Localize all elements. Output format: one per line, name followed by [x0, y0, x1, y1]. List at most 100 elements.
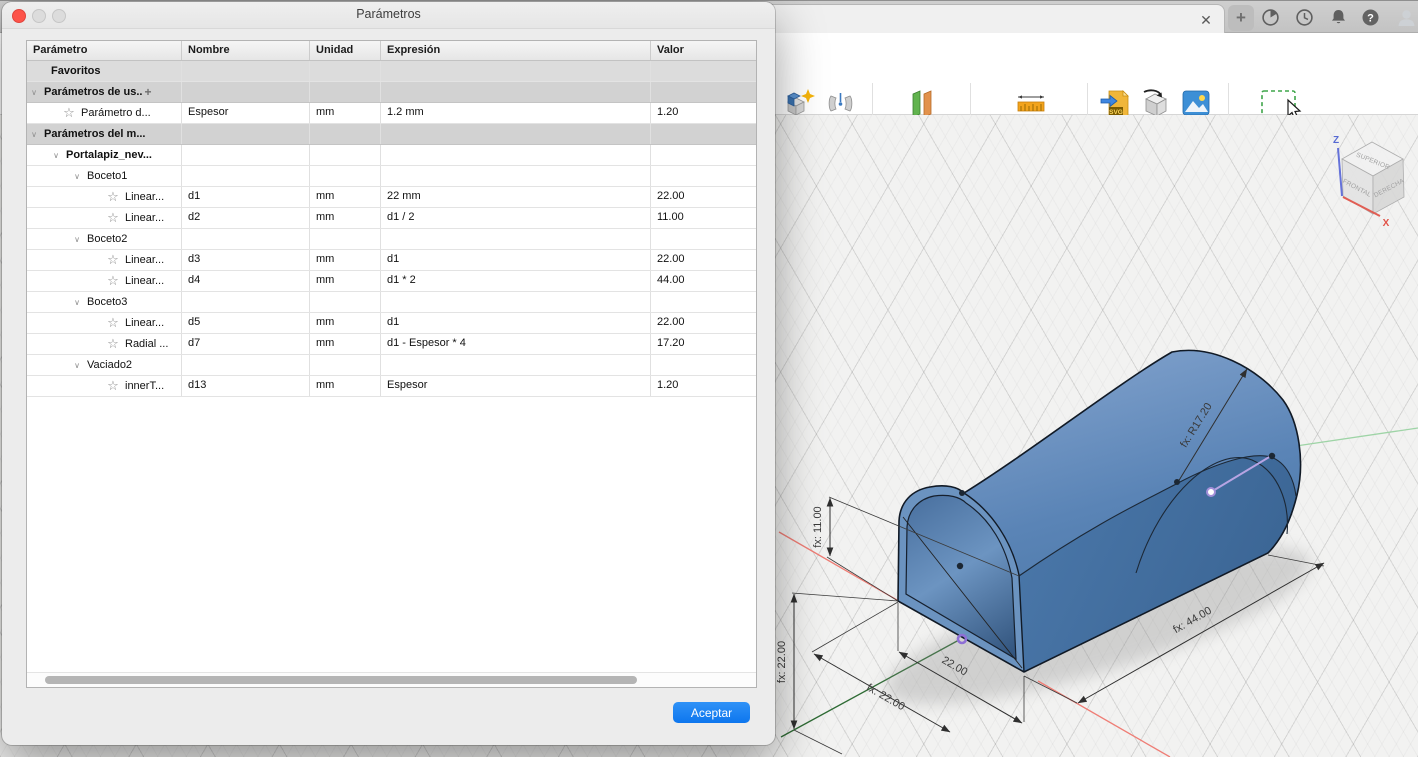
cell-unidad[interactable]: mm [310, 271, 381, 291]
favorite-star-icon[interactable]: ☆ [106, 316, 120, 330]
parameter-name-label: Parámetro d... [81, 107, 151, 119]
job-status-icon[interactable] [1260, 7, 1281, 28]
cell-valor[interactable]: 22.00 [651, 313, 756, 333]
parameters-dialog: Parámetros Parámetro Nombre Unidad Expre… [2, 2, 775, 745]
table-row[interactable]: ∨Parámetros del m... [27, 124, 756, 145]
cell-expresion[interactable]: d1 [381, 250, 651, 270]
new-tab-button[interactable]: + [1228, 5, 1254, 31]
expand-chevron-icon[interactable]: ∨ [29, 88, 39, 97]
cell-unidad[interactable]: mm [310, 334, 381, 354]
indent [27, 176, 72, 177]
table-row[interactable]: ☆Linear...d1mm22 mm22.00 [27, 187, 756, 208]
cell-valor[interactable]: 1.20 [651, 103, 756, 123]
favorite-star-icon[interactable]: ☆ [106, 190, 120, 204]
table-row[interactable]: ∨ Boceto3 [27, 292, 756, 313]
favorite-star-icon[interactable]: ☆ [106, 337, 120, 351]
parameter-name-label: Linear... [125, 212, 164, 224]
table-body: Favoritos∨Parámetros de us..+ ☆ Parámetro … [27, 61, 756, 397]
cell-valor[interactable]: 22.00 [651, 250, 756, 270]
cell-expresion[interactable]: Espesor [381, 376, 651, 396]
table-row[interactable]: ☆ Linear... d5mmd122.00 [27, 313, 756, 334]
cell-valor[interactable]: 22.00 [651, 187, 756, 207]
cell-unidad[interactable]: mm [310, 187, 381, 207]
cell-valor [651, 124, 756, 144]
canvas-icon[interactable] [1181, 88, 1211, 118]
cell-nombre[interactable]: d7 [182, 334, 310, 354]
table-row[interactable]: ∨Portalapiz_nev... [27, 145, 756, 166]
cell-nombre[interactable]: d2 [182, 208, 310, 228]
cell-expresion[interactable]: 22 mm [381, 187, 651, 207]
cell-expresion[interactable]: d1 * 2 [381, 271, 651, 291]
col-parametro[interactable]: Parámetro [27, 41, 182, 60]
favorite-star-icon[interactable]: ☆ [62, 106, 76, 120]
parameter-name-label: Radial ... [125, 338, 168, 350]
add-parameter-icon[interactable]: + [144, 85, 151, 99]
parameter-name-label: innerT... [125, 380, 164, 392]
parameter-name-label: Linear... [125, 254, 164, 266]
table-row[interactable]: ∨Parámetros de us..+ [27, 82, 756, 103]
col-valor[interactable]: Valor [651, 41, 756, 60]
cell-nombre[interactable]: d4 [182, 271, 310, 291]
expand-chevron-icon[interactable]: ∨ [72, 298, 82, 307]
cell-unidad[interactable]: mm [310, 376, 381, 396]
cell-unidad[interactable]: mm [310, 208, 381, 228]
notifications-bell-icon[interactable] [1328, 7, 1349, 28]
cell-nombre[interactable]: d5 [182, 313, 310, 333]
help-icon[interactable]: ? [1360, 7, 1381, 28]
cell-expresion[interactable]: d1 [381, 313, 651, 333]
tab-close-icon[interactable]: ✕ [1198, 12, 1214, 28]
table-row[interactable]: ☆ innerT... d13mmEspesor1.20 [27, 376, 756, 397]
expand-chevron-icon[interactable]: ∨ [29, 130, 39, 139]
parameter-name-label: Linear... [125, 317, 164, 329]
cell-valor[interactable]: 44.00 [651, 271, 756, 291]
cell-valor[interactable]: 11.00 [651, 208, 756, 228]
cell-expresion[interactable]: d1 / 2 [381, 208, 651, 228]
accept-button[interactable]: Aceptar [673, 702, 750, 723]
table-row[interactable]: ☆ Linear... d3mmd122.00 [27, 250, 756, 271]
cell-unidad [310, 166, 381, 186]
indent [27, 197, 106, 198]
table-row[interactable]: ∨Boceto2 [27, 229, 756, 250]
cell-valor[interactable]: 17.20 [651, 334, 756, 354]
cell-unidad[interactable]: mm [310, 250, 381, 270]
cell-valor [651, 145, 756, 165]
cell-nombre [182, 145, 310, 165]
table-row[interactable]: Favoritos [27, 61, 756, 82]
cell-nombre[interactable]: d1 [182, 187, 310, 207]
favorite-star-icon[interactable]: ☆ [106, 379, 120, 393]
cell-unidad [310, 292, 381, 312]
table-row[interactable]: ☆ Linear... d2mmd1 / 211.00 [27, 208, 756, 229]
col-expresion[interactable]: Expresión [381, 41, 651, 60]
favorite-star-icon[interactable]: ☆ [106, 253, 120, 267]
table-row[interactable]: ∨Boceto1 [27, 166, 756, 187]
parameter-name-label: Boceto3 [87, 296, 127, 308]
clock-history-icon[interactable] [1294, 7, 1315, 28]
cell-nombre [182, 355, 310, 375]
expand-chevron-icon[interactable]: ∨ [72, 235, 82, 244]
cell-expresion[interactable]: d1 - Espesor * 4 [381, 334, 651, 354]
favorite-star-icon[interactable]: ☆ [106, 274, 120, 288]
cell-nombre[interactable]: d13 [182, 376, 310, 396]
table-row[interactable]: ☆Linear...d4mmd1 * 244.00 [27, 271, 756, 292]
table-row[interactable]: ∨Vaciado2 [27, 355, 756, 376]
cell-unidad[interactable]: mm [310, 103, 381, 123]
cell-nombre[interactable]: d3 [182, 250, 310, 270]
table-row[interactable]: ☆ Radial ... d7mmd1 - Espesor * 417.20 [27, 334, 756, 355]
col-nombre[interactable]: Nombre [182, 41, 310, 60]
user-avatar[interactable] [1396, 7, 1417, 28]
expand-chevron-icon[interactable]: ∨ [72, 361, 82, 370]
cell-unidad [310, 229, 381, 249]
col-unidad[interactable]: Unidad [310, 41, 381, 60]
cell-expresion[interactable]: 1.2 mm [381, 103, 651, 123]
favorite-star-icon[interactable]: ☆ [106, 211, 120, 225]
scrollbar-thumb[interactable] [45, 676, 637, 684]
horizontal-scrollbar[interactable] [27, 672, 756, 687]
expand-chevron-icon[interactable]: ∨ [51, 151, 61, 160]
cell-valor[interactable]: 1.20 [651, 376, 756, 396]
table-row[interactable]: ☆ Parámetro d... Espesormm1.2 mm1.20 [27, 103, 756, 124]
expand-chevron-icon[interactable]: ∨ [72, 172, 82, 181]
cell-nombre[interactable]: Espesor [182, 103, 310, 123]
cell-unidad[interactable]: mm [310, 313, 381, 333]
dialog-titlebar[interactable]: Parámetros [2, 2, 775, 29]
cell-valor [651, 355, 756, 375]
